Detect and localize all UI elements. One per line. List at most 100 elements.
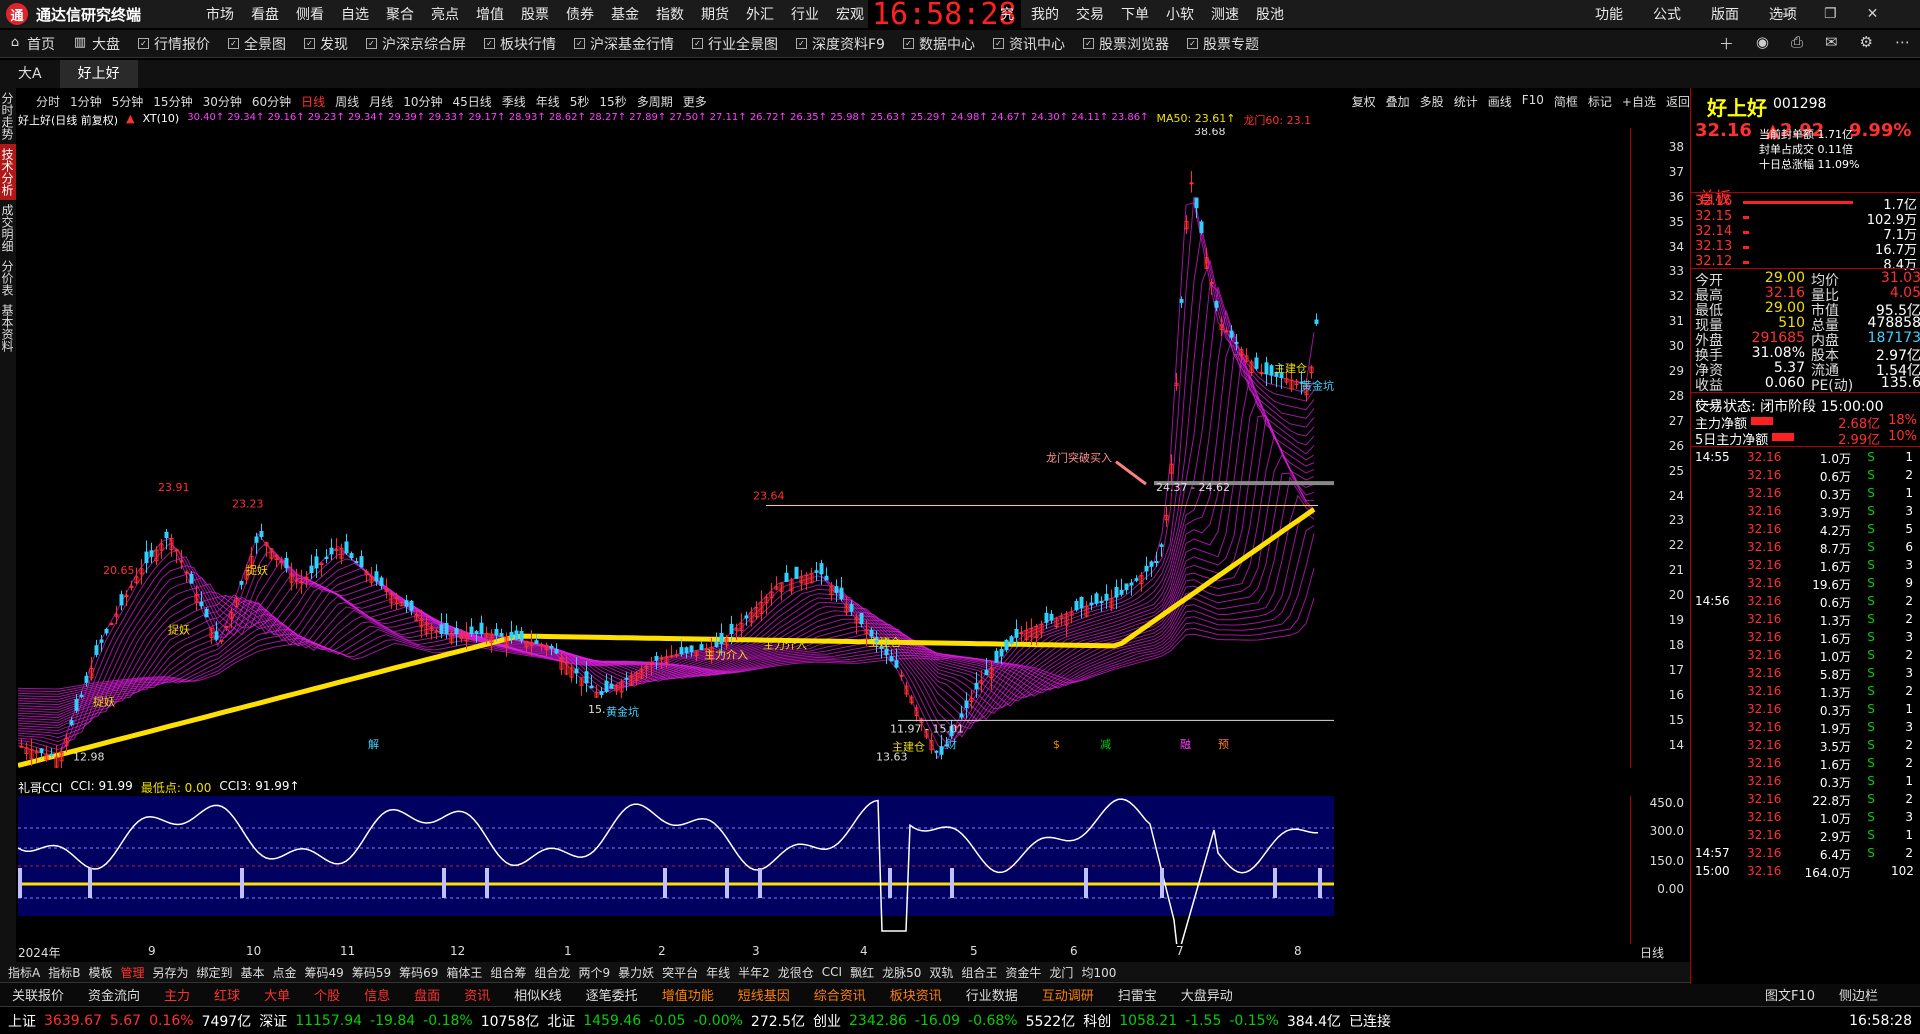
more-icon[interactable]: ⋯ bbox=[1895, 33, 1910, 54]
nav-item[interactable]: ✓ 数据中心 bbox=[902, 34, 975, 54]
info-tab[interactable]: 互动调研 bbox=[1030, 985, 1106, 1004]
menu-item[interactable]: 侧看 bbox=[296, 4, 324, 24]
formula-tab[interactable]: 龙门 bbox=[1049, 964, 1073, 981]
info-tab[interactable]: 主力 bbox=[152, 985, 202, 1004]
period-button[interactable]: 15秒 bbox=[599, 93, 626, 110]
tab-stock[interactable]: 好上好 bbox=[59, 60, 138, 88]
menu-item[interactable]: 测速 bbox=[1211, 4, 1239, 24]
left-tab[interactable]: 成交明细 bbox=[0, 200, 16, 256]
formula-tab[interactable]: 组合筹 bbox=[490, 964, 526, 981]
period-button[interactable]: 周线 bbox=[335, 93, 359, 110]
period-button[interactable]: 分时 bbox=[36, 93, 60, 110]
menu-item[interactable]: 亮点 bbox=[431, 4, 459, 24]
formula-tab[interactable]: 龙很仓 bbox=[778, 964, 814, 981]
formula-tab[interactable]: 两个9 bbox=[578, 964, 610, 981]
bottom-right-button[interactable]: 侧边栏 bbox=[1827, 985, 1890, 1004]
period-button[interactable]: 季线 bbox=[502, 93, 526, 110]
info-tab[interactable]: 板块资讯 bbox=[878, 985, 954, 1004]
menu-item[interactable]: 究 bbox=[1000, 4, 1014, 24]
nav-item[interactable]: ✓ 沪深基金行情 bbox=[574, 34, 674, 54]
menu-item[interactable]: 下单 bbox=[1121, 4, 1149, 24]
print-icon[interactable]: ⎙ bbox=[1791, 33, 1803, 54]
info-tab[interactable]: 关联报价 bbox=[0, 985, 76, 1004]
info-tab[interactable]: 资讯 bbox=[452, 985, 502, 1004]
period-button[interactable]: 30分钟 bbox=[203, 93, 242, 110]
menu-item[interactable]: 行业 bbox=[791, 4, 819, 24]
settings-icon[interactable]: ⚙ bbox=[1860, 33, 1873, 54]
menu-item[interactable]: 股票 bbox=[521, 4, 549, 24]
nav-item[interactable]: ✓ 全景图 bbox=[228, 34, 286, 54]
index-kc[interactable]: 科创 bbox=[1083, 1011, 1111, 1031]
tab-da-a[interactable]: 大A bbox=[0, 60, 60, 88]
period-button[interactable]: 15分钟 bbox=[153, 93, 192, 110]
period-button[interactable]: 45日线 bbox=[452, 93, 491, 110]
formula-tab[interactable]: 半年2 bbox=[738, 964, 770, 981]
formula-tab[interactable]: 绑定到 bbox=[197, 964, 233, 981]
period-button[interactable]: 5秒 bbox=[570, 93, 590, 110]
nav-item[interactable]: ✓ 沪深京综合屏 bbox=[366, 34, 466, 54]
menu-item[interactable]: 期货 bbox=[701, 4, 729, 24]
nav-item[interactable]: ✓ 股票专题 bbox=[1186, 34, 1259, 54]
tool-button[interactable]: 多股 bbox=[1420, 93, 1444, 110]
period-button[interactable]: 多周期 bbox=[637, 93, 673, 110]
right-menu-item[interactable]: 功能 bbox=[1595, 4, 1623, 24]
period-button[interactable]: 10分钟 bbox=[403, 93, 442, 110]
nav-item[interactable]: ⌂ 首页 bbox=[8, 34, 55, 54]
left-tab[interactable]: 分价表 bbox=[0, 256, 16, 300]
nav-item[interactable]: ✓ 深度资料F9 bbox=[796, 34, 885, 54]
menu-item[interactable]: 基金 bbox=[611, 4, 639, 24]
formula-tab[interactable]: 组合龙 bbox=[534, 964, 570, 981]
nav-item[interactable]: ✓ 资讯中心 bbox=[992, 34, 1065, 54]
nav-item[interactable]: ✓ 发现 bbox=[304, 34, 348, 54]
tool-button[interactable]: 复权 bbox=[1352, 93, 1376, 110]
index-bz[interactable]: 北证 bbox=[547, 1011, 575, 1031]
menu-item[interactable]: 外汇 bbox=[746, 4, 774, 24]
nav-item[interactable]: ✓ 股票浏览器 bbox=[1082, 34, 1169, 54]
refresh-icon[interactable]: ◉ bbox=[1756, 33, 1769, 54]
formula-tab[interactable]: CCI bbox=[822, 965, 842, 979]
info-tab[interactable]: 逐笔委托 bbox=[574, 985, 650, 1004]
close-icon[interactable]: ✕ bbox=[1867, 6, 1879, 22]
info-tab[interactable]: 资金流向 bbox=[76, 985, 152, 1004]
formula-tab[interactable]: 双轨 bbox=[929, 964, 953, 981]
nav-item[interactable]: ▥ 大盘 bbox=[73, 34, 120, 54]
menu-item[interactable]: 指数 bbox=[656, 4, 684, 24]
info-tab[interactable]: 相似K线 bbox=[502, 985, 574, 1004]
right-menu-item[interactable]: 版面 bbox=[1711, 4, 1739, 24]
info-tab[interactable]: 信息 bbox=[352, 985, 402, 1004]
formula-tab[interactable]: 年线 bbox=[706, 964, 730, 981]
nav-item[interactable]: ✓ 板块行情 bbox=[484, 34, 556, 54]
restore-icon[interactable]: ❐ bbox=[1824, 6, 1837, 22]
info-tab[interactable]: 扫雷宝 bbox=[1106, 985, 1169, 1004]
formula-tab[interactable]: 组合王 bbox=[961, 964, 997, 981]
formula-tab[interactable]: 资金牛 bbox=[1005, 964, 1041, 981]
period-button[interactable]: 1分钟 bbox=[70, 93, 102, 110]
formula-tab[interactable]: 箱体王 bbox=[446, 964, 482, 981]
tool-button[interactable]: 简框 bbox=[1554, 93, 1578, 110]
formula-tab[interactable]: 均100 bbox=[1081, 964, 1116, 981]
cci-chart[interactable] bbox=[18, 796, 1630, 944]
info-tab[interactable]: 行业数据 bbox=[954, 985, 1030, 1004]
formula-tab[interactable]: 突平台 bbox=[662, 964, 698, 981]
info-tab[interactable]: 综合资讯 bbox=[802, 985, 878, 1004]
info-tab[interactable]: 个股 bbox=[302, 985, 352, 1004]
formula-tab[interactable]: 基本 bbox=[241, 964, 265, 981]
index-sz[interactable]: 深证 bbox=[259, 1011, 287, 1031]
period-button[interactable]: 更多 bbox=[683, 93, 707, 110]
tool-button[interactable]: +自选 bbox=[1622, 93, 1656, 110]
bottom-right-button[interactable]: 图文F10 bbox=[1753, 985, 1827, 1004]
nav-item[interactable]: ✓ 行业全景图 bbox=[692, 34, 778, 54]
formula-tab[interactable]: 飘红 bbox=[850, 964, 874, 981]
info-tab[interactable]: 大单 bbox=[252, 985, 302, 1004]
formula-tab[interactable]: 筹码49 bbox=[305, 964, 344, 981]
formula-tab[interactable]: 指标B bbox=[48, 964, 80, 981]
indicator-name[interactable]: XT(10) bbox=[143, 112, 180, 128]
menu-item[interactable]: 股池 bbox=[1256, 4, 1284, 24]
info-tab[interactable]: 短线基因 bbox=[726, 985, 802, 1004]
formula-tab[interactable]: 筹码69 bbox=[399, 964, 438, 981]
menu-item[interactable]: 小软 bbox=[1166, 4, 1194, 24]
menu-item[interactable]: 市场 bbox=[206, 4, 234, 24]
menu-item[interactable]: 看盘 bbox=[251, 4, 279, 24]
tool-button[interactable]: F10 bbox=[1522, 93, 1544, 110]
formula-tab[interactable]: 筹码59 bbox=[352, 964, 391, 981]
